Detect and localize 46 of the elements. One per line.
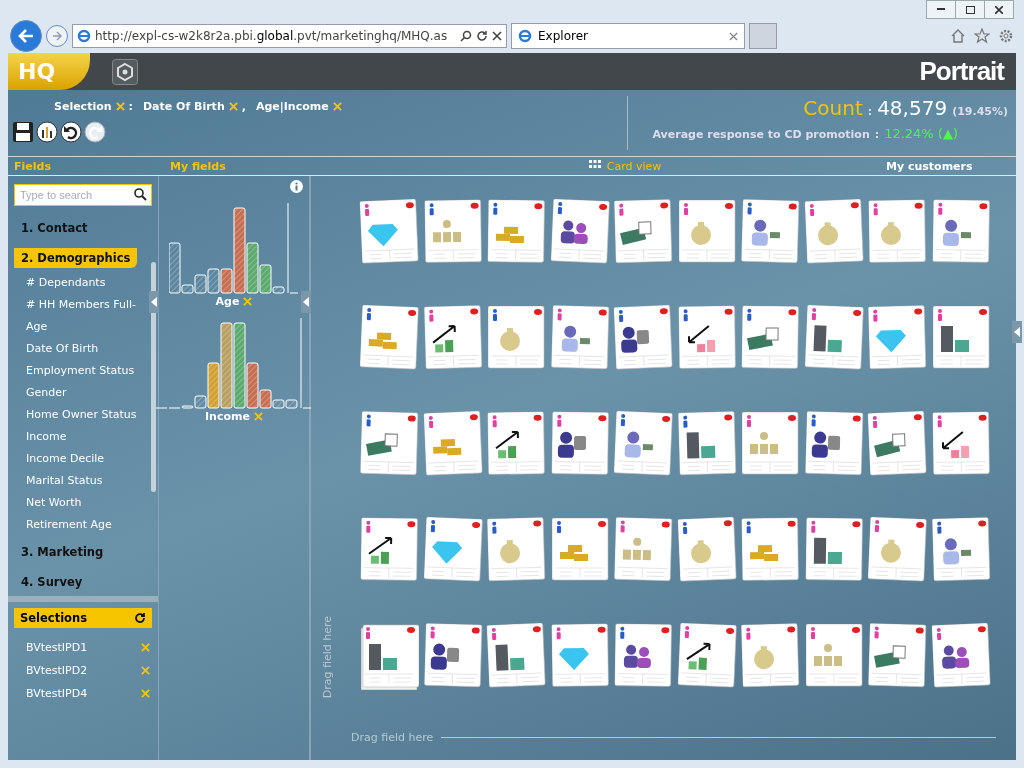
field-group[interactable]: 4. Survey	[14, 572, 90, 592]
field-chart-label: Age	[215, 295, 240, 308]
filter-label: Age|Income	[255, 100, 329, 113]
separator-text: :	[128, 100, 133, 113]
selection-label: Selection	[54, 100, 112, 113]
search-field[interactable]: Type to search	[14, 184, 152, 206]
field-group[interactable]: 2. Demographics	[14, 248, 138, 268]
drop-zone-hint: Drag field here	[321, 616, 334, 699]
count-label: Count	[803, 96, 863, 120]
app-logo: HQ	[8, 53, 90, 90]
address-bar[interactable]: http://expl-cs-w2k8r2a.pbi.global.pvt/marketinghq/MHQ.as	[72, 24, 507, 48]
selection-item[interactable]: BVtestIPD2	[26, 664, 88, 677]
field-item[interactable]: Date Of Birth	[8, 338, 146, 360]
field-item[interactable]: # Dependants	[8, 272, 146, 294]
card-view-tab[interactable]: Card view	[606, 159, 662, 173]
drop-zone-hint: Drag field here	[351, 731, 434, 744]
brand-name: Portrait	[919, 56, 1006, 87]
separator-text: ,	[241, 100, 246, 113]
field-item[interactable]: Income	[8, 426, 146, 448]
selection-item[interactable]: BVtestIPD4	[26, 687, 88, 700]
separator-text: :	[867, 105, 873, 118]
field-item[interactable]: Marital Status	[8, 470, 146, 492]
field-chart-label: Income	[205, 410, 250, 423]
browser-tab[interactable]: Explorer	[511, 23, 745, 49]
field-item[interactable]: Gender	[8, 382, 146, 404]
field-item[interactable]: Net Worth	[8, 492, 146, 514]
field-item[interactable]: Income Decile	[8, 448, 146, 470]
response-value: 12.24% (▲)	[884, 126, 958, 141]
field-item[interactable]: Retirement Age	[8, 514, 146, 536]
separator-text: :	[874, 128, 880, 141]
response-label: Average response to CD promotion	[652, 128, 870, 141]
url-text: http://expl-cs-w2k8r2a.pbi.global.pvt/marketinghq/MHQ.as	[95, 29, 449, 43]
filter-label: Date Of Birth	[142, 100, 225, 113]
fields-tab[interactable]: Fields	[8, 159, 164, 173]
selections-title: Selections	[20, 611, 87, 625]
count-share: (19.45%)	[952, 105, 1008, 118]
field-group[interactable]: 1. Contact	[14, 218, 95, 238]
field-item[interactable]: Home Owner Status	[8, 404, 146, 426]
my-fields-tab[interactable]: My fields	[164, 159, 320, 173]
my-customers-tab[interactable]: My customers	[880, 159, 1016, 173]
field-group[interactable]: 3. Marketing	[14, 542, 111, 562]
field-item[interactable]: # HH Members Full-	[8, 294, 146, 316]
field-item[interactable]: Employment Status	[8, 360, 146, 382]
count-value: 48,579	[877, 96, 948, 120]
field-item[interactable]: Age	[8, 316, 146, 338]
selection-item[interactable]: BVtestIPD1	[26, 641, 88, 654]
